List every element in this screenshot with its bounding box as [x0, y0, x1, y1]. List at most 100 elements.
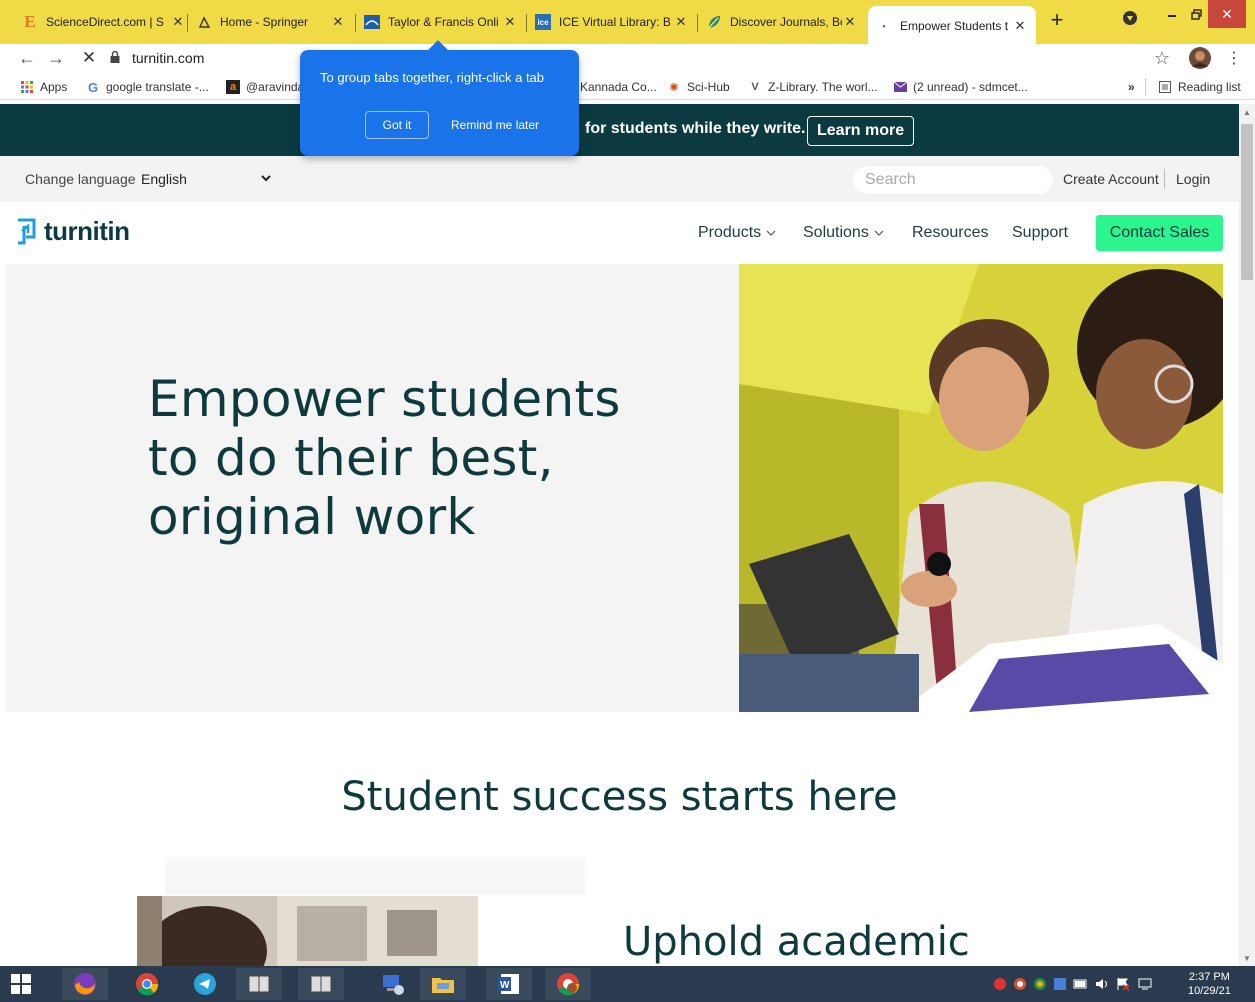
section-title: Student success starts here [341, 774, 898, 820]
bookmarks-bar: Apps G google translate -... a @aravinda… [0, 76, 1255, 100]
close-tab-icon[interactable]: ✕ [842, 14, 858, 30]
bookmark-zlibrary[interactable]: V Z-Library. The worl... [748, 80, 878, 94]
book-reader-icon[interactable] [236, 968, 282, 1000]
reading-list-button[interactable]: Reading list [1158, 80, 1241, 94]
system-clock[interactable]: 2:37 PM 10/29/21 [1188, 970, 1231, 998]
firefox-icon[interactable] [62, 968, 108, 1000]
scroll-up-arrow-icon[interactable]: ▲ [1239, 104, 1255, 120]
account-divider [1164, 169, 1165, 189]
file-explorer-icon[interactable] [420, 968, 466, 1000]
tray-battery-icon[interactable] [1073, 977, 1087, 991]
chevron-down-icon [766, 228, 776, 239]
tab-ice-library[interactable]: ice ICE Virtual Library: B ✕ [527, 8, 697, 36]
tab-sciencedirect[interactable]: E ScienceDirect.com | S ✕ [14, 8, 194, 36]
main-nav: turnitin Products Solutions Resources Su… [0, 202, 1239, 264]
new-tab-button[interactable]: + [1046, 9, 1068, 32]
close-window-icon[interactable]: ✕ [1208, 0, 1246, 28]
language-select[interactable]: English [141, 168, 271, 190]
got-it-button[interactable]: Got it [365, 111, 429, 139]
wifi-network-icon[interactable] [1138, 977, 1152, 991]
chrome-active-icon[interactable] [545, 968, 591, 1000]
tab-strip: E ScienceDirect.com | S ✕ Home - Springe… [0, 0, 1255, 44]
bookmark-apps[interactable]: Apps [20, 80, 67, 94]
hero-title-line: Empower students [148, 370, 621, 428]
restore-icon[interactable] [1184, 0, 1208, 28]
bookmark-label: Kannada Co... [580, 80, 657, 94]
logo-text: turnitin [44, 216, 130, 246]
screen: E ScienceDirect.com | S ✕ Home - Springe… [0, 0, 1255, 1002]
contact-sales-button[interactable]: Contact Sales [1096, 215, 1223, 251]
ice-icon: ice [535, 14, 551, 30]
windows-start-icon[interactable] [0, 968, 42, 1000]
profile-menu-icon[interactable] [1118, 6, 1142, 30]
action-center-flag-icon[interactable] [1116, 977, 1130, 991]
chevron-down-icon [261, 174, 271, 185]
back-icon[interactable]: ← [15, 46, 39, 70]
site-search-input[interactable]: Search [853, 166, 1053, 194]
remind-later-button[interactable]: Remind me later [451, 118, 539, 132]
close-tab-icon[interactable]: ✕ [1012, 18, 1028, 34]
bookmark-label: Sci-Hub [687, 80, 730, 94]
tab-springer[interactable]: Home - Springer ✕ [188, 8, 354, 36]
reading-list-label: Reading list [1178, 80, 1241, 94]
nav-label: Products [698, 224, 762, 241]
close-tab-icon[interactable]: ✕ [673, 14, 689, 30]
image-shadow [165, 856, 585, 894]
bookmark-aravinda[interactable]: a @aravinda [226, 80, 304, 94]
scroll-thumb[interactable] [1241, 124, 1253, 280]
tray-sync-icon[interactable] [1013, 977, 1027, 991]
bookmark-star-icon[interactable]: ☆ [1150, 46, 1174, 70]
forward-icon[interactable]: → [44, 46, 68, 70]
login-link[interactable]: Login [1176, 171, 1210, 187]
bookmark-google-translate[interactable]: G google translate -... [86, 80, 209, 95]
tab-turnitin-active[interactable]: • Empower Students t ✕ [868, 6, 1036, 44]
network-computer-icon[interactable] [370, 968, 416, 1000]
close-tab-icon[interactable]: ✕ [170, 14, 186, 30]
nav-solutions[interactable]: Solutions [803, 224, 884, 242]
hero-title-line: to do their best, [148, 429, 554, 487]
svg-text:W: W [500, 980, 510, 991]
tray-chrome-icon[interactable] [1033, 977, 1047, 991]
tab-title: Empower Students t [900, 19, 1009, 33]
tray-app-icon[interactable] [993, 977, 1007, 991]
bookmark-label: Z-Library. The worl... [768, 80, 878, 94]
reading-list-icon [1158, 80, 1172, 94]
nav-support[interactable]: Support [1012, 224, 1068, 242]
nav-products[interactable]: Products [698, 224, 776, 242]
more-bookmarks-button[interactable]: » [1128, 80, 1135, 94]
book-reader-2-icon[interactable] [298, 968, 344, 1000]
chrome-icon[interactable] [124, 968, 170, 1000]
bookmark-mail[interactable]: (2 unread) - sdmcet... [893, 80, 1028, 94]
create-account-link[interactable]: Create Account [1063, 171, 1159, 187]
bookmark-divider [1145, 78, 1146, 96]
speaker-icon[interactable] [1095, 977, 1109, 991]
bookmark-kannada[interactable]: Kannada Co... [580, 80, 657, 94]
profile-avatar[interactable] [1188, 46, 1212, 70]
tab-title: Home - Springer [220, 15, 309, 29]
telegram-icon[interactable] [182, 968, 228, 1000]
turnitin-logo-icon [18, 218, 36, 244]
scroll-down-arrow-icon[interactable]: ▼ [1239, 950, 1255, 966]
kebab-menu-icon[interactable]: ⋮ [1222, 46, 1246, 70]
tab-taylor-francis[interactable]: Taylor & Francis Onli ✕ [356, 8, 526, 36]
close-tab-icon[interactable]: ✕ [502, 14, 518, 30]
tab-title: ICE Virtual Library: B [559, 15, 671, 29]
hero-photo [739, 264, 1223, 712]
close-tab-icon[interactable]: ✕ [330, 14, 346, 30]
tab-title: Discover Journals, Bo [730, 15, 842, 29]
tray-network-icon[interactable] [1053, 977, 1067, 991]
minimize-icon[interactable] [1160, 0, 1184, 28]
bookmark-scihub[interactable]: ✺ Sci-Hub [667, 80, 730, 94]
learn-more-button[interactable]: Learn more [807, 116, 915, 146]
tab-title: Taylor & Francis Onli [388, 15, 499, 29]
nav-resources[interactable]: Resources [912, 224, 988, 242]
hero-section: Empower students to do their best, origi… [6, 264, 739, 712]
address-bar[interactable]: turnitin.com [110, 47, 204, 69]
word-icon[interactable]: W [486, 968, 532, 1000]
tab-discover-journals[interactable]: Discover Journals, Bo ✕ [698, 8, 866, 36]
stop-loading-icon[interactable]: ✕ [77, 46, 101, 70]
page-scrollbar[interactable]: ▲ ▼ [1239, 104, 1255, 966]
popup-text: To group tabs together, right-click a ta… [320, 70, 545, 85]
windows-taskbar: W 2:37 PM 10/29/21 [0, 966, 1255, 1002]
turnitin-logo[interactable]: turnitin [14, 216, 130, 247]
